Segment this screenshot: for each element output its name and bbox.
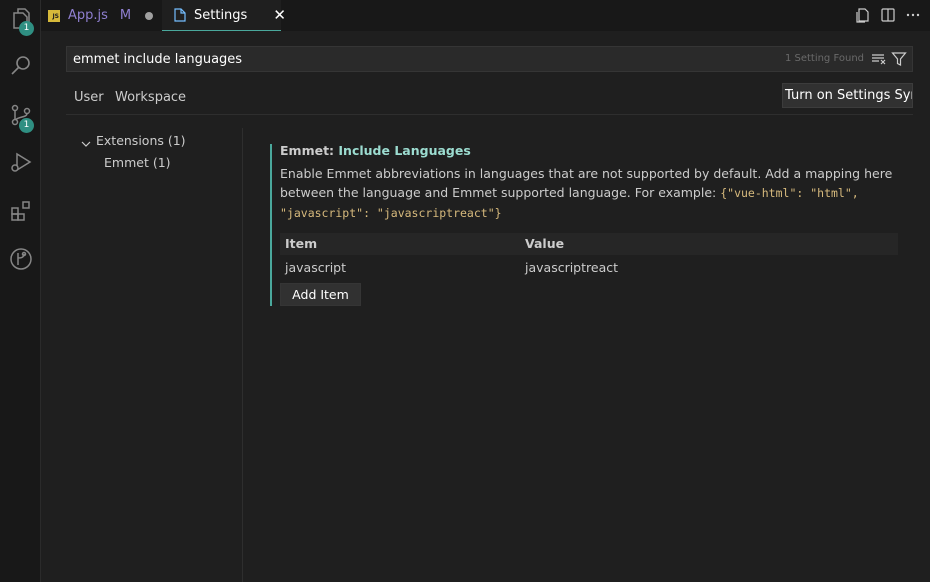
editor-actions [854, 6, 922, 24]
activity-bar: 1 1 [0, 0, 41, 582]
settings-search-box: 1 Setting Found [66, 46, 913, 72]
tab-workspace[interactable]: Workspace [115, 86, 186, 115]
tab-bar: JS App.js M Settings ✕ [41, 0, 930, 31]
close-icon[interactable]: ✕ [273, 6, 286, 24]
turn-on-settings-sync-button[interactable]: Turn on Settings Sync [782, 83, 913, 108]
settings-file-icon [174, 8, 186, 22]
search-button[interactable] [0, 48, 41, 88]
run-debug-button[interactable] [0, 144, 41, 184]
tab-settings[interactable]: Settings ✕ [162, 0, 286, 31]
toc-divider [242, 128, 243, 582]
setting-category: Emmet: [280, 143, 339, 158]
run-debug-icon [9, 150, 33, 178]
tab-user[interactable]: User [66, 86, 108, 115]
explorer-badge: 1 [19, 21, 34, 36]
source-control-button[interactable]: 1 [0, 97, 41, 137]
row-item: javascript [285, 260, 347, 275]
open-settings-json-icon[interactable] [854, 6, 872, 24]
explorer-button[interactable]: 1 [0, 0, 41, 40]
javascript-file-icon: JS [48, 9, 60, 22]
column-header-value: Value [525, 236, 565, 251]
key-value-table: Item Value javascript javascriptreact [280, 233, 898, 281]
split-editor-icon[interactable] [879, 6, 897, 24]
modified-indicator: M [119, 8, 132, 23]
search-icon [9, 54, 33, 82]
tab-settings-label: Settings [194, 7, 248, 23]
search-result-count: 1 Setting Found [784, 53, 864, 64]
git-graph-button[interactable] [0, 241, 41, 281]
settings-toc: Extensions (1) Emmet (1) [66, 130, 242, 174]
setting-name: Include Languages [338, 143, 471, 158]
filter-icon[interactable] [891, 51, 907, 71]
source-control-badge: 1 [19, 118, 34, 133]
unsaved-dot-icon[interactable] [145, 11, 154, 20]
more-actions-icon[interactable] [904, 6, 922, 24]
toc-item-emmet[interactable]: Emmet (1) [66, 152, 242, 174]
setting-title: Emmet: Include Languages [280, 144, 900, 158]
clear-search-icon[interactable] [871, 51, 887, 71]
toc-item-extensions[interactable]: Extensions (1) [66, 130, 242, 152]
add-item-button[interactable]: Add Item [280, 283, 361, 306]
extensions-icon [9, 199, 33, 227]
column-header-item: Item [285, 236, 318, 251]
tab-appjs-label: App.js [68, 8, 108, 23]
setting-description: Enable Emmet abbreviations in languages … [280, 164, 900, 223]
tab-appjs[interactable]: JS App.js M [48, 0, 160, 31]
table-header: Item Value [280, 233, 898, 255]
setting-item-emmet-include-languages: Emmet: Include Languages Enable Emmet ab… [270, 144, 900, 306]
settings-search-input[interactable] [67, 47, 767, 71]
row-value: javascriptreact [525, 260, 619, 275]
extensions-button[interactable] [0, 193, 41, 233]
git-graph-icon [9, 247, 33, 275]
toc-item-extensions-label: Extensions (1) [96, 133, 186, 148]
table-row[interactable]: javascript javascriptreact [280, 255, 898, 281]
scope-divider [66, 114, 913, 115]
